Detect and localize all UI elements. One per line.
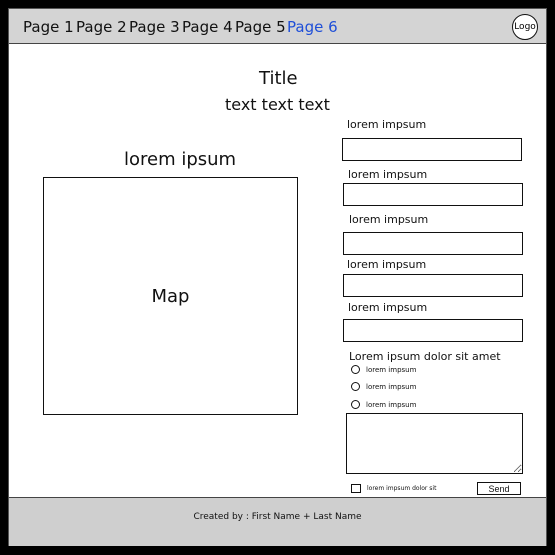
radio-button-icon[interactable]	[351, 400, 360, 409]
map-label: Map	[151, 285, 190, 307]
nav-item-page-4[interactable]: Page 4	[182, 18, 233, 36]
radio-option-label: lorem impsum	[366, 365, 417, 374]
nav-item-page-5[interactable]: Page 5	[235, 18, 286, 36]
radio-option-2[interactable]: lorem impsum	[351, 382, 416, 391]
form-input-2[interactable]	[343, 183, 523, 206]
checkbox-icon[interactable]	[351, 484, 361, 493]
form-input-4[interactable]	[343, 274, 523, 297]
form-input-3[interactable]	[343, 232, 523, 255]
field-label-3: lorem impsum	[349, 213, 429, 226]
radio-option-3[interactable]: lorem impsum	[351, 400, 416, 409]
radio-option-label: lorem impsum	[366, 400, 417, 409]
send-button[interactable]: Send	[477, 482, 521, 495]
field-label-2: lorem impsum	[348, 168, 428, 181]
page-frame: Page 1 Page 2 Page 3 Page 4 Page 5 Page …	[8, 8, 547, 546]
page-title: Title	[259, 68, 298, 89]
form-input-5[interactable]	[343, 319, 523, 342]
radio-option-1[interactable]: lorem impsum	[351, 365, 416, 374]
map-heading: lorem ipsum	[124, 149, 237, 170]
top-nav-bar: Page 1 Page 2 Page 3 Page 4 Page 5 Page …	[9, 9, 546, 44]
nav-item-page-3[interactable]: Page 3	[129, 18, 180, 36]
logo[interactable]: Logo	[512, 14, 538, 40]
radio-group-label: Lorem ipsum dolor sit amet	[349, 350, 501, 363]
footer-credit: Created by : First Name + Last Name	[193, 512, 362, 522]
nav-item-page-1[interactable]: Page 1	[23, 18, 74, 36]
field-label-5: lorem impsum	[348, 301, 428, 314]
footer: Created by : First Name + Last Name	[9, 497, 546, 546]
form-input-1[interactable]	[342, 138, 522, 161]
nav-item-page-2[interactable]: Page 2	[76, 18, 127, 36]
radio-option-label: lorem impsum	[366, 382, 417, 391]
map-placeholder[interactable]: Map	[43, 177, 298, 415]
message-textarea[interactable]	[346, 413, 523, 474]
nav-item-page-6[interactable]: Page 6	[287, 18, 338, 36]
page-subtitle: text text text	[225, 95, 330, 114]
checkbox-label: lorem impsum dolor sit	[367, 485, 437, 492]
field-label-1: lorem impsum	[347, 118, 427, 131]
radio-button-icon[interactable]	[351, 365, 360, 374]
radio-button-icon[interactable]	[351, 382, 360, 391]
field-label-4: lorem impsum	[347, 258, 427, 271]
agree-checkbox-row[interactable]: lorem impsum dolor sit	[351, 484, 436, 493]
